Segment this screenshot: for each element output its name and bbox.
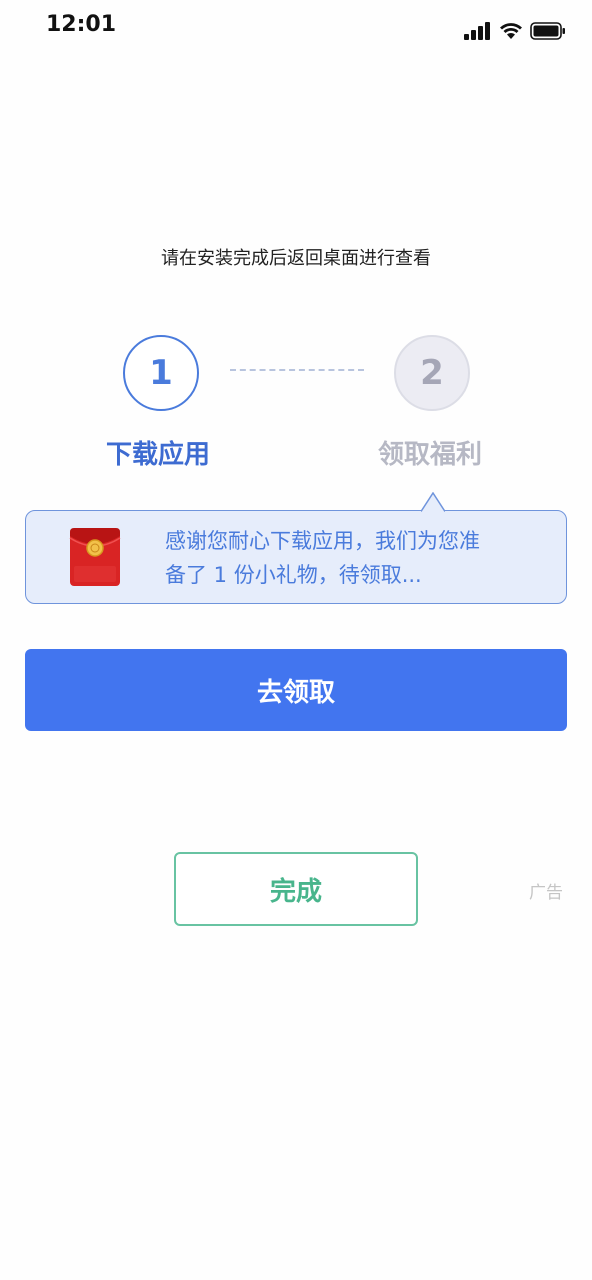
step-2-label: 领取福利 xyxy=(378,440,483,470)
status-icons xyxy=(464,22,568,42)
wifi-icon xyxy=(499,22,523,44)
screen: 12:01 请在安装完成后返回桌面进行查看 1 2 下载应用 领取福利 感谢您耐… xyxy=(0,0,592,1280)
step-1-circle: 1 xyxy=(123,335,199,411)
callout-message: 感谢您耐心下载应用，我们为您准 备了 1 份小礼物，待领取... xyxy=(165,524,545,592)
battery-icon xyxy=(530,22,566,44)
callout-line-2: 备了 1 份小礼物，待领取... xyxy=(165,563,422,587)
cellular-signal-icon xyxy=(464,22,492,44)
step-1-label: 下载应用 xyxy=(106,440,211,470)
status-time: 12:01 xyxy=(46,12,117,37)
step-connector-line xyxy=(230,369,364,371)
instruction-text: 请在安装完成后返回桌面进行查看 xyxy=(161,248,431,269)
red-envelope-gift-icon xyxy=(69,528,121,586)
done-button[interactable]: 完成 xyxy=(174,852,418,926)
claim-reward-button[interactable]: 去领取 xyxy=(25,649,567,731)
ad-label: 广告 xyxy=(529,883,563,903)
callout-line-1: 感谢您耐心下载应用，我们为您准 xyxy=(165,529,480,553)
step-2-circle: 2 xyxy=(394,335,470,411)
callout-pointer xyxy=(421,492,445,512)
